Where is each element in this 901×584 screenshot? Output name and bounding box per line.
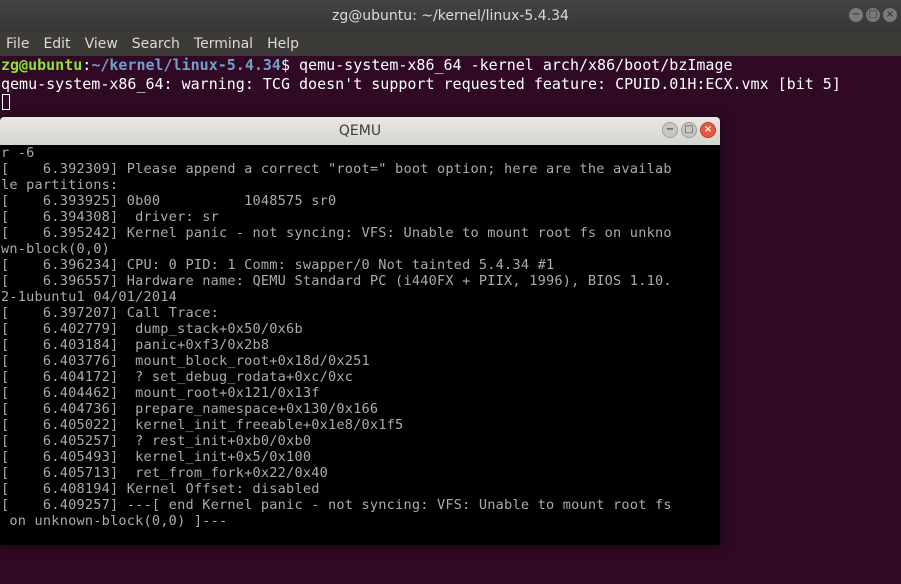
qemu-window: QEMU − □ × r -6 [ 6.392309] Please appen… <box>0 117 720 545</box>
console-line: [ 6.405713] ret_from_fork+0x22/0x40 <box>1 465 328 481</box>
console-line: [ 6.405022] kernel_init_freeable+0x1e8/0… <box>1 417 404 433</box>
prompt-separator: : <box>82 56 92 74</box>
console-line: [ 6.405257] ? rest_init+0xb0/0xb0 <box>1 433 312 449</box>
console-line: [ 6.395242] Kernel panic - not syncing: … <box>1 225 672 241</box>
console-line: [ 6.409257] ---[ end Kernel panic - not … <box>1 497 672 513</box>
warning-output-line: qemu-system-x86_64: warning: TCG doesn't… <box>1 75 841 93</box>
menu-help[interactable]: Help <box>260 36 306 52</box>
terminal-menubar: File Edit View Search Terminal Help <box>0 32 901 56</box>
console-line: [ 6.397207] Call Trace: <box>1 305 219 321</box>
qemu-window-controls: − □ × <box>662 122 716 138</box>
menu-file[interactable]: File <box>0 36 36 52</box>
text-cursor <box>2 94 10 110</box>
console-line: [ 6.393925] 0b00 1048575 sr0 <box>1 193 337 209</box>
command-line: zg@ubuntu:~/kernel/linux-5.4.34$ qemu-sy… <box>1 56 733 75</box>
qemu-console-screen[interactable]: r -6 [ 6.392309] Please append a correct… <box>0 145 720 545</box>
menu-edit[interactable]: Edit <box>36 36 77 52</box>
console-line: [ 6.403184] panic+0xf3/0x2b8 <box>1 337 270 353</box>
close-button[interactable]: × <box>883 8 897 22</box>
console-line: [ 6.404462] mount_root+0x121/0x13f <box>1 385 320 401</box>
console-line: [ 6.405493] kernel_init+0x5/0x100 <box>1 449 312 465</box>
prompt-symbol: $ <box>280 56 300 74</box>
console-line: [ 6.404172] ? set_debug_rodata+0xc/0xc <box>1 369 354 385</box>
console-line: [ 6.404736] prepare_namespace+0x130/0x16… <box>1 401 379 417</box>
command-text: qemu-system-x86_64 -kernel arch/x86/boot… <box>299 56 733 74</box>
terminal-window-controls: − □ × <box>849 8 897 22</box>
console-line: wn-block(0,0) <box>1 241 110 257</box>
console-line: 2-1ubuntu1 04/01/2014 <box>1 289 178 305</box>
console-line: [ 6.403776] mount_block_root+0x18d/0x251 <box>1 353 370 369</box>
console-line: [ 6.396234] CPU: 0 PID: 1 Comm: swapper/… <box>1 257 555 273</box>
terminal-titlebar[interactable]: zg@ubuntu: ~/kernel/linux-5.4.34 − □ × <box>0 0 901 32</box>
console-line: [ 6.396557] Hardware name: QEMU Standard… <box>1 273 672 289</box>
console-line: le partitions: <box>1 177 119 193</box>
menu-search[interactable]: Search <box>125 36 187 52</box>
qemu-titlebar[interactable]: QEMU − □ × <box>0 117 720 145</box>
qemu-close-button[interactable]: × <box>700 122 716 138</box>
qemu-minimize-button[interactable]: − <box>662 122 678 138</box>
console-line: [ 6.392309] Please append a correct "roo… <box>1 161 672 177</box>
prompt-user: zg@ubuntu <box>1 56 83 74</box>
console-line: [ 6.402779] dump_stack+0x50/0x6b <box>1 321 303 337</box>
prompt-path: ~/kernel/linux-5.4.34 <box>91 56 281 74</box>
console-line: [ 6.394308] driver: sr <box>1 209 219 225</box>
qemu-window-title: QEMU <box>338 123 382 139</box>
console-line: r -6 <box>1 145 35 161</box>
console-line: on unknown-block(0,0) ]--- <box>1 513 228 529</box>
qemu-maximize-button[interactable]: □ <box>681 122 697 138</box>
terminal-window-title: zg@ubuntu: ~/kernel/linux-5.4.34 <box>332 8 569 24</box>
menu-terminal[interactable]: Terminal <box>187 36 260 52</box>
minimize-button[interactable]: − <box>849 8 863 22</box>
console-line: [ 6.408194] Kernel Offset: disabled <box>1 481 320 497</box>
menu-view[interactable]: View <box>78 36 125 52</box>
maximize-button[interactable]: □ <box>866 8 880 22</box>
